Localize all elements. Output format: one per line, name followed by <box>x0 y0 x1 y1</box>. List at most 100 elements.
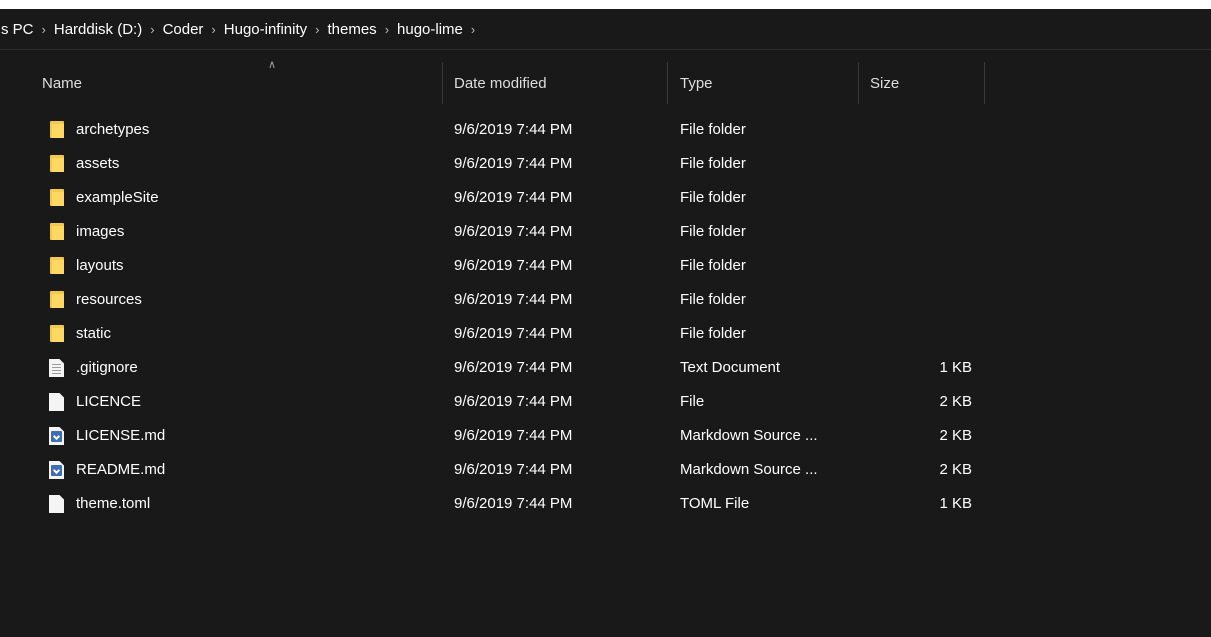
file-date-modified: 9/6/2019 7:44 PM <box>454 155 573 172</box>
file-name: .gitignore <box>76 359 138 376</box>
file-name: LICENSE.md <box>76 427 166 444</box>
file-row[interactable]: .gitignore 9/6/2019 7:44 PM Text Document 1… <box>40 351 1000 385</box>
file-type: File folder <box>680 223 746 240</box>
file-list[interactable]: Name ∧ Date modified Type Size archetype… <box>0 50 1211 637</box>
file-type: File folder <box>680 155 746 172</box>
address-bar-breadcrumb[interactable]: s PC › Harddisk (D:) › Coder › Hugo-infi… <box>0 9 1211 49</box>
file-row[interactable]: archetypes 9/6/2019 7:44 PM File folder <box>40 113 1000 147</box>
markdown-file-icon <box>48 461 66 479</box>
chevron-right-icon[interactable]: › <box>147 22 157 37</box>
file-type: File folder <box>680 121 746 138</box>
file-name: exampleSite <box>76 189 159 206</box>
file-name: assets <box>76 155 120 172</box>
file-type: Markdown Source ... <box>680 427 818 444</box>
file-size: 2 KB <box>939 427 972 444</box>
file-date-modified: 9/6/2019 7:44 PM <box>454 189 573 206</box>
file-size <box>908 317 972 351</box>
file-date-modified: 9/6/2019 7:44 PM <box>454 427 573 444</box>
file-date-modified: 9/6/2019 7:44 PM <box>454 495 573 512</box>
file-name: resources <box>76 291 142 308</box>
window-top-edge <box>0 0 1211 9</box>
file-name: static <box>76 325 112 342</box>
folder-icon <box>48 155 66 173</box>
column-divider[interactable] <box>667 62 668 104</box>
chevron-right-icon[interactable]: › <box>39 22 49 37</box>
column-header-type-label: Type <box>680 74 713 92</box>
file-row[interactable]: exampleSite 9/6/2019 7:44 PM File folder <box>40 181 1000 215</box>
file-row[interactable]: README.md 9/6/2019 7:44 PM Markdown Source… <box>40 453 1000 487</box>
file-row[interactable]: theme.toml 9/6/2019 7:44 PM TOML File 1 KB <box>40 487 1000 521</box>
text-document-icon <box>48 359 66 377</box>
column-divider[interactable] <box>442 62 443 104</box>
file-size <box>908 215 972 249</box>
file-row[interactable]: resources 9/6/2019 7:44 PM File folder <box>40 283 1000 317</box>
file-date-modified: 9/6/2019 7:44 PM <box>454 461 573 478</box>
file-date-modified: 9/6/2019 7:44 PM <box>454 359 573 376</box>
chevron-right-icon[interactable]: › <box>382 22 392 37</box>
chevron-right-icon[interactable]: › <box>208 22 218 37</box>
file-size: 1 KB <box>939 359 972 376</box>
file-size: 1 KB <box>939 495 972 512</box>
file-date-modified: 9/6/2019 7:44 PM <box>454 325 573 342</box>
file-type: File <box>680 393 705 410</box>
file-type: File folder <box>680 189 746 206</box>
breadcrumb-item-harddisk[interactable]: Harddisk (D:) <box>49 21 147 38</box>
folder-icon <box>48 121 66 139</box>
file-row[interactable]: layouts 9/6/2019 7:44 PM File folder <box>40 249 1000 283</box>
file-name: layouts <box>76 257 124 274</box>
file-icon <box>48 495 66 513</box>
file-size <box>908 147 972 181</box>
column-header-name[interactable]: Name ∧ <box>42 59 440 104</box>
file-row[interactable]: LICENCE 9/6/2019 7:44 PM File 2 KB <box>40 385 1000 419</box>
folder-icon <box>48 189 66 207</box>
column-header-size[interactable]: Size <box>870 62 982 104</box>
column-header-date-label: Date modified <box>454 74 547 92</box>
breadcrumb-item-themes[interactable]: themes <box>322 21 381 38</box>
file-type: File folder <box>680 325 746 342</box>
folder-icon <box>48 325 66 343</box>
breadcrumb-item-hugo-lime[interactable]: hugo-lime <box>392 21 468 38</box>
file-size: 2 KB <box>939 461 972 478</box>
breadcrumb-item-coder[interactable]: Coder <box>158 21 209 38</box>
file-date-modified: 9/6/2019 7:44 PM <box>454 223 573 240</box>
column-header-type[interactable]: Type <box>680 62 856 104</box>
file-row[interactable]: static 9/6/2019 7:44 PM File folder <box>40 317 1000 351</box>
file-type: File folder <box>680 291 746 308</box>
file-row[interactable]: assets 9/6/2019 7:44 PM File folder <box>40 147 1000 181</box>
folder-icon <box>48 291 66 309</box>
file-icon <box>48 393 66 411</box>
folder-icon <box>48 223 66 241</box>
file-date-modified: 9/6/2019 7:44 PM <box>454 121 573 138</box>
file-type: TOML File <box>680 495 750 512</box>
file-size <box>908 283 972 317</box>
column-divider[interactable] <box>984 62 985 104</box>
column-divider[interactable] <box>858 62 859 104</box>
file-date-modified: 9/6/2019 7:44 PM <box>454 257 573 274</box>
column-header-size-label: Size <box>870 74 900 92</box>
file-name: images <box>76 223 125 240</box>
file-type: Text Document <box>680 359 781 376</box>
file-date-modified: 9/6/2019 7:44 PM <box>454 291 573 308</box>
chevron-up-icon: ∧ <box>268 59 277 71</box>
breadcrumb-item-hugo-infinity[interactable]: Hugo-infinity <box>219 21 312 38</box>
file-name: README.md <box>76 461 166 478</box>
file-row[interactable]: images 9/6/2019 7:44 PM File folder <box>40 215 1000 249</box>
file-row[interactable]: LICENSE.md 9/6/2019 7:44 PM Markdown Sourc… <box>40 419 1000 453</box>
file-date-modified: 9/6/2019 7:44 PM <box>454 393 573 410</box>
file-name: LICENCE <box>76 393 142 410</box>
file-name: theme.toml <box>76 495 151 512</box>
markdown-file-icon <box>48 427 66 445</box>
file-size: 2 KB <box>939 393 972 410</box>
folder-icon <box>48 257 66 275</box>
file-size <box>908 181 972 215</box>
file-name: archetypes <box>76 121 150 138</box>
file-type: Markdown Source ... <box>680 461 818 478</box>
chevron-right-icon[interactable]: › <box>468 22 478 37</box>
column-header-date-modified[interactable]: Date modified <box>454 62 666 104</box>
file-size <box>908 113 972 147</box>
chevron-right-icon[interactable]: › <box>312 22 322 37</box>
breadcrumb-item-this-pc[interactable]: s PC <box>0 21 39 38</box>
column-header-name-label: Name <box>42 74 83 92</box>
file-size <box>908 249 972 283</box>
file-type: File folder <box>680 257 746 274</box>
